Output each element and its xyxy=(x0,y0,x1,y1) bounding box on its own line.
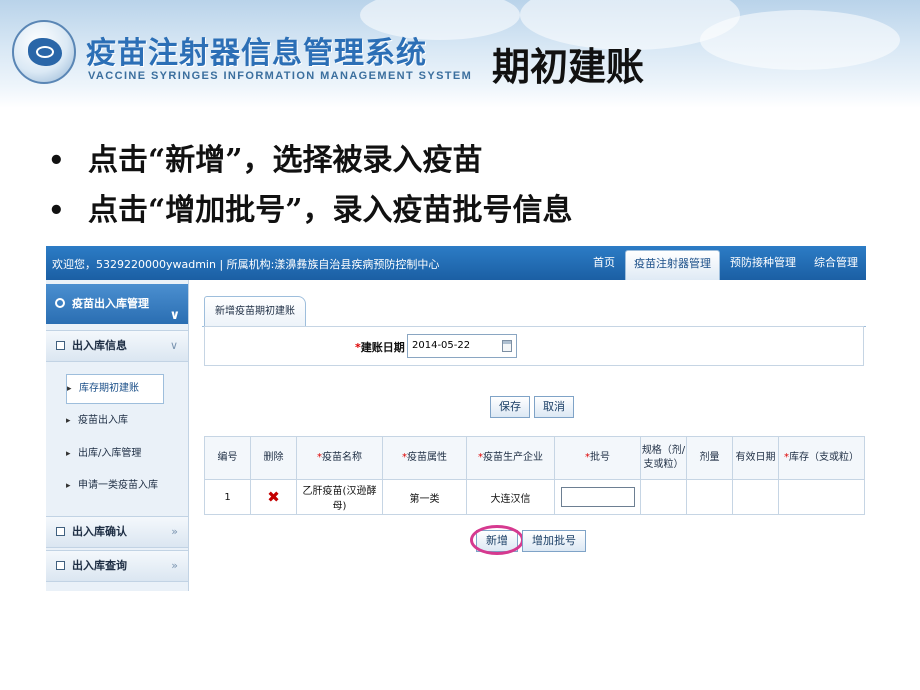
chevron-right-icon: » xyxy=(171,525,178,538)
th-vaccine-attr: *疫苗属性 xyxy=(382,436,467,480)
top-bar: 欢迎您，5329220000ywadmin | 所属机构:漾濞彝族自治县疾病预防… xyxy=(46,246,866,280)
sidebar-header-label: 疫苗出入库管理 xyxy=(72,297,149,310)
th-stock: *库存（支或粒） xyxy=(778,436,865,480)
cell-vaccine-attr: 第一类 xyxy=(382,479,467,515)
sidebar-section-inout-confirm[interactable]: 出入库确认 » xyxy=(46,516,188,548)
sidebar-section-inout-info[interactable]: 出入库信息 ∨ xyxy=(46,330,188,362)
top-nav: 首页 疫苗注射器管理 预防接种管理 综合管理 xyxy=(583,250,866,280)
logo-seal xyxy=(36,46,54,58)
system-logo-icon xyxy=(12,20,76,84)
nav-immunization[interactable]: 预防接种管理 xyxy=(722,250,804,280)
sidebar: 疫苗出入库管理 ∨ 出入库信息 ∨ 库存期初建账 疫苗出入库 出库/入库管理 申… xyxy=(46,280,189,591)
calendar-icon[interactable] xyxy=(502,340,512,352)
add-batch-button[interactable]: 增加批号 xyxy=(522,530,586,552)
date-form: *建账日期 2014-05-22 xyxy=(204,326,864,366)
th-label: 疫苗生产企业 xyxy=(483,452,543,463)
sidebar-item-inout-manage[interactable]: 出库/入库管理 xyxy=(66,440,141,468)
slide-title: 期初建账 xyxy=(492,45,645,89)
th-label: 疫苗名称 xyxy=(322,452,362,463)
th-dose: 剂量 xyxy=(686,436,733,480)
cell-number: 1 xyxy=(204,479,251,515)
cell-expiry xyxy=(732,479,779,515)
add-button-highlight xyxy=(470,525,524,555)
date-label: *建账日期 xyxy=(355,339,405,355)
square-icon xyxy=(56,341,65,350)
cell-batch xyxy=(554,479,641,515)
bullet-item: 点击“新增”，选择被录入疫苗 xyxy=(46,136,573,186)
th-vaccine-name: *疫苗名称 xyxy=(296,436,383,480)
chevron-right-icon: » xyxy=(171,559,178,572)
welcome-text: 欢迎您，5329220000ywadmin | 所属机构:漾濞彝族自治县疾病预防… xyxy=(52,258,440,271)
cancel-button[interactable]: 取消 xyxy=(534,396,574,418)
th-number: 编号 xyxy=(204,436,251,480)
square-icon xyxy=(56,561,65,570)
sidebar-section-label: 出入库查询 xyxy=(72,559,127,572)
nav-vaccine-syringe[interactable]: 疫苗注射器管理 xyxy=(625,250,720,280)
banner-cloud xyxy=(700,10,900,70)
nav-home[interactable]: 首页 xyxy=(585,250,623,280)
cell-dose xyxy=(686,479,733,515)
save-button[interactable]: 保存 xyxy=(490,396,530,418)
th-expiry: 有效日期 xyxy=(732,436,779,480)
table-row: 1 ✖ 乙肝疫苗(汉逊酵母) 第一类 大连汉信 xyxy=(204,479,865,515)
date-value: 2014-05-22 xyxy=(412,340,471,351)
table-header-row: 编号 删除 *疫苗名称 *疫苗属性 *疫苗生产企业 *批号 规格（剂/支或粒） … xyxy=(204,436,865,480)
th-label: 批号 xyxy=(590,452,610,463)
cell-vaccine-name: 乙肝疫苗(汉逊酵母) xyxy=(296,479,383,515)
bullet-item: 点击“增加批号”，录入疫苗批号信息 xyxy=(46,186,573,236)
system-name-english: VACCINE SYRINGES INFORMATION MANAGEMENT … xyxy=(88,70,473,82)
cell-spec xyxy=(640,479,687,515)
vaccine-table: 编号 删除 *疫苗名称 *疫苗属性 *疫苗生产企业 *批号 规格（剂/支或粒） … xyxy=(204,436,865,515)
cell-stock xyxy=(778,479,865,515)
nav-general[interactable]: 综合管理 xyxy=(806,250,866,280)
tab-strip: 新增疫苗期初建账 xyxy=(202,296,866,327)
th-delete: 删除 xyxy=(250,436,297,480)
sidebar-section-label: 出入库信息 xyxy=(72,339,127,352)
th-spec: 规格（剂/支或粒） xyxy=(640,436,687,480)
sidebar-section-inout-query[interactable]: 出入库查询 » xyxy=(46,550,188,582)
date-label-text: 建账日期 xyxy=(360,341,405,354)
main-content: 新增疫苗期初建账 *建账日期 2014-05-22 保存 取消 编号 删除 *疫… xyxy=(202,280,866,591)
delete-icon[interactable]: ✖ xyxy=(267,488,280,506)
sidebar-item-vaccine-inout[interactable]: 疫苗出入库 xyxy=(66,407,128,435)
sidebar-item-opening-balance[interactable]: 库存期初建账 xyxy=(66,374,164,404)
cell-manufacturer: 大连汉信 xyxy=(466,479,555,515)
th-batch: *批号 xyxy=(554,436,641,480)
sidebar-header[interactable]: 疫苗出入库管理 ∨ xyxy=(46,284,188,324)
square-icon xyxy=(56,527,65,536)
sidebar-section-label: 出入库确认 xyxy=(72,525,127,538)
tab-new-opening-balance[interactable]: 新增疫苗期初建账 xyxy=(204,296,306,326)
app-screenshot: 欢迎您，5329220000ywadmin | 所属机构:漾濞彝族自治县疾病预防… xyxy=(46,246,866,591)
th-label: 疫苗属性 xyxy=(407,452,447,463)
th-manufacturer: *疫苗生产企业 xyxy=(466,436,555,480)
cell-delete: ✖ xyxy=(250,479,297,515)
bullet-list: 点击“新增”，选择被录入疫苗 点击“增加批号”，录入疫苗批号信息 xyxy=(46,136,573,236)
circle-icon xyxy=(55,298,65,308)
batch-input[interactable] xyxy=(560,487,635,507)
chevron-down-icon: ∨ xyxy=(169,339,178,352)
date-field[interactable]: 2014-05-22 xyxy=(407,334,517,358)
system-name: 疫苗注射器信息管理系统 xyxy=(86,36,427,71)
th-label: 库存（支或粒） xyxy=(789,452,859,463)
sidebar-item-apply-class1[interactable]: 申请一类疫苗入库 xyxy=(66,472,158,500)
